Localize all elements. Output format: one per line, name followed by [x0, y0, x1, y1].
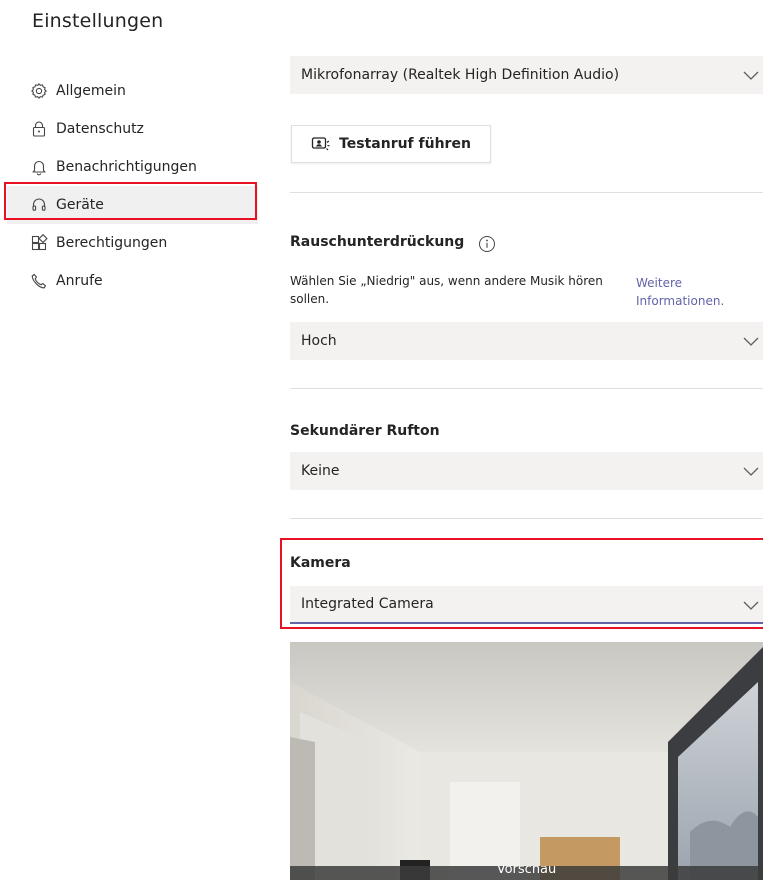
- chevron-down-icon: [741, 462, 761, 480]
- apps-icon: [30, 234, 48, 252]
- chevron-down-icon: [741, 66, 761, 84]
- divider: [290, 192, 763, 193]
- microphone-select[interactable]: Mikrofonarray (Realtek High Definition A…: [290, 56, 763, 94]
- noise-suppression-description: Wählen Sie „Niedrig" aus, wenn andere Mu…: [290, 274, 603, 306]
- divider: [290, 388, 763, 389]
- sidebar-item-allgemein[interactable]: Allgemein: [0, 72, 258, 110]
- noise-suppression-select[interactable]: Hoch: [290, 322, 763, 360]
- secondary-ringer-select[interactable]: Keine: [290, 452, 763, 490]
- noise-suppression-heading: Rauschunterdrückung: [290, 234, 465, 250]
- page-title: Einstellungen: [32, 10, 164, 32]
- test-call-button[interactable]: Testanruf führen: [291, 125, 491, 163]
- sidebar-item-datenschutz[interactable]: Datenschutz: [0, 110, 258, 148]
- sidebar-item-berechtigungen[interactable]: Berechtigungen: [0, 224, 258, 262]
- divider: [290, 518, 763, 519]
- bell-icon: [30, 158, 48, 176]
- highlight-frame-kamera: [280, 538, 763, 629]
- secondary-ringer-value: Keine: [301, 463, 340, 479]
- test-call-icon: [311, 136, 331, 152]
- test-call-label: Testanruf führen: [339, 136, 471, 152]
- preview-label: Vorschau: [496, 866, 557, 877]
- sidebar-item-label: Anrufe: [56, 273, 103, 289]
- sidebar-item-label: Berechtigungen: [56, 235, 168, 251]
- sidebar-item-benachrichtigungen[interactable]: Benachrichtigungen: [0, 148, 258, 186]
- highlight-frame-geraete: [4, 182, 257, 220]
- camera-preview: Vorschau: [290, 642, 763, 880]
- camera-preview-image: [290, 642, 763, 880]
- info-icon[interactable]: [478, 235, 496, 253]
- sidebar-item-label: Benachrichtigungen: [56, 159, 197, 175]
- gear-icon: [30, 82, 48, 100]
- phone-icon: [30, 272, 48, 290]
- sidebar-item-label: Datenschutz: [56, 121, 144, 137]
- noise-suppression-value: Hoch: [301, 333, 337, 349]
- more-info-link[interactable]: Weitere Informationen.: [636, 274, 756, 310]
- sidebar-item-anrufe[interactable]: Anrufe: [0, 262, 258, 300]
- sidebar-item-label: Allgemein: [56, 83, 126, 99]
- lock-icon: [30, 120, 48, 138]
- preview-label-bar: Vorschau: [290, 866, 763, 880]
- secondary-ringer-heading: Sekundärer Rufton: [290, 423, 440, 439]
- microphone-select-value: Mikrofonarray (Realtek High Definition A…: [301, 67, 620, 83]
- chevron-down-icon: [741, 332, 761, 350]
